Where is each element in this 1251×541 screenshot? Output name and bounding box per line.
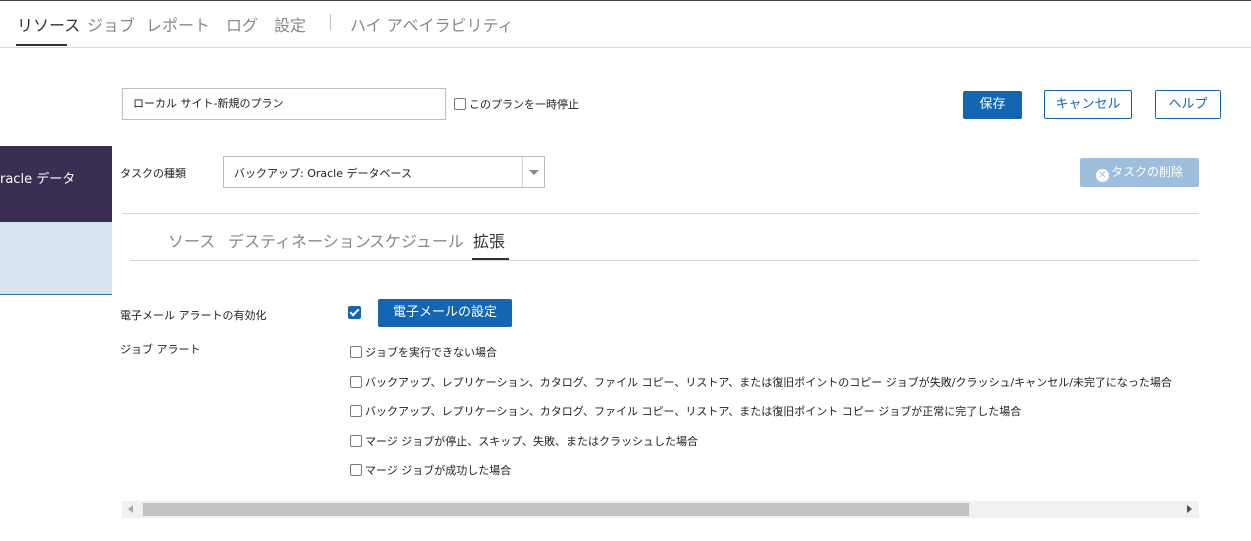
alert-option-label: マージ ジョブが停止、スキップ、失敗、またはクラッシュした場合	[365, 435, 698, 448]
alert-option-job-failed[interactable]: バックアップ、レプリケーション、カタログ、ファイル コピー、リストア、または復旧…	[350, 374, 1172, 390]
sidebar-task-label: racle データ	[0, 172, 76, 187]
sidebar-add-task-area[interactable]	[0, 222, 112, 295]
tab-extended[interactable]: 拡張	[473, 228, 505, 252]
divider	[122, 213, 1199, 214]
nav-resources[interactable]: リソース	[17, 12, 80, 36]
task-type-label: タスクの種類	[120, 167, 186, 180]
tab-schedule[interactable]: スケジュール	[369, 228, 464, 252]
delete-task-label: タスクの削除	[1110, 165, 1183, 179]
horizontal-scrollbar[interactable]	[122, 501, 1199, 518]
alert-checkbox[interactable]	[350, 435, 362, 447]
tab-destination[interactable]: デスティネーション	[228, 228, 371, 252]
sidebar-task-oracle[interactable]: racle データ	[0, 146, 112, 222]
alert-checkbox[interactable]	[350, 405, 362, 417]
scroll-left-icon[interactable]	[128, 505, 133, 513]
help-button[interactable]: ヘルプ	[1155, 90, 1221, 119]
top-navigation: リソース ジョブ レポート ログ 設定 ハイ アベイラビリティ	[0, 0, 1251, 48]
alert-option-merge-failed[interactable]: マージ ジョブが停止、スキップ、失敗、またはクラッシュした場合	[350, 433, 698, 449]
alert-option-label: バックアップ、レプリケーション、カタログ、ファイル コピー、リストア、または復旧…	[365, 405, 1022, 418]
nav-active-underline	[16, 44, 67, 46]
alert-option-label: マージ ジョブが成功した場合	[365, 464, 512, 477]
pause-plan-check-box[interactable]	[454, 98, 466, 110]
tab-source[interactable]: ソース	[168, 228, 215, 252]
delete-task-button[interactable]: ✕ タスクの削除	[1080, 158, 1199, 187]
chevron-down-icon[interactable]	[522, 157, 544, 187]
save-button[interactable]: 保存	[963, 91, 1022, 119]
nav-separator	[330, 14, 331, 30]
pause-plan-checkbox[interactable]: このプランを一時停止	[454, 96, 579, 112]
nav-high-availability[interactable]: ハイ アベイラビリティ	[350, 12, 514, 36]
pause-plan-label: このプランを一時停止	[469, 98, 579, 111]
alert-option-merge-success[interactable]: マージ ジョブが成功した場合	[350, 462, 511, 478]
alert-option-job-success[interactable]: バックアップ、レプリケーション、カタログ、ファイル コピー、リストア、または復旧…	[350, 403, 1021, 419]
task-type-value: バックアップ: Oracle データベース	[234, 167, 412, 180]
alert-checkbox[interactable]	[350, 464, 362, 476]
email-alert-label: 電子メール アラートの有効化	[120, 309, 267, 322]
nav-logs[interactable]: ログ	[226, 12, 258, 36]
scroll-right-icon[interactable]	[1187, 505, 1192, 513]
alert-option-job-cannot-run[interactable]: ジョブを実行できない場合	[350, 344, 497, 360]
plan-name-input[interactable]: ローカル サイト-新規のプラン	[122, 88, 446, 120]
nav-reports[interactable]: レポート	[146, 12, 210, 36]
nav-jobs[interactable]: ジョブ	[87, 12, 135, 36]
tabs-divider	[130, 260, 1199, 261]
alert-option-label: バックアップ、レプリケーション、カタログ、ファイル コピー、リストア、または復旧…	[365, 376, 1172, 389]
cancel-button[interactable]: キャンセル	[1044, 90, 1132, 119]
x-circle-icon: ✕	[1095, 169, 1109, 182]
alert-checkbox[interactable]	[350, 376, 362, 388]
job-alert-label: ジョブ アラート	[120, 343, 201, 356]
alert-checkbox[interactable]	[350, 346, 362, 358]
nav-settings[interactable]: 設定	[274, 12, 306, 36]
email-alert-checkbox[interactable]	[348, 306, 361, 319]
email-settings-button[interactable]: 電子メールの設定	[378, 299, 512, 327]
scrollbar-thumb[interactable]	[143, 503, 969, 516]
task-type-select[interactable]: バックアップ: Oracle データベース	[223, 156, 545, 188]
alert-option-label: ジョブを実行できない場合	[365, 346, 497, 359]
